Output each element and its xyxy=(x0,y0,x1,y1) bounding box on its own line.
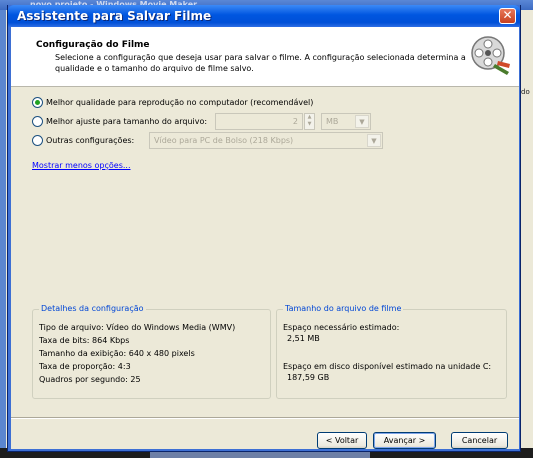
detail-file-type: Tipo de arquivo: Vídeo do Windows Media … xyxy=(39,323,236,332)
file-size-spinner[interactable]: ▲ ▼ xyxy=(304,113,315,130)
cancel-button[interactable]: Cancelar xyxy=(451,432,508,449)
estimated-space-value: 2,51 MB xyxy=(287,334,320,343)
size-unit-value: MB xyxy=(326,117,339,126)
file-size-legend: Tamanho do arquivo de filme xyxy=(283,304,404,313)
dialog-title: Assistente para Salvar Filme xyxy=(17,9,212,23)
detail-bit-rate: Taxa de bits: 864 Kbps xyxy=(39,336,130,345)
available-space-value: 187,59 GB xyxy=(287,373,330,382)
footer-separator xyxy=(11,417,519,419)
file-size-group: Tamanho do arquivo de filme Espaço neces… xyxy=(276,304,507,399)
background-left-panel xyxy=(0,10,6,458)
dialog-content: Configuração do Filme Selecione a config… xyxy=(11,27,519,449)
option-other-settings[interactable]: Outras configurações: xyxy=(32,133,134,147)
radio-best-quality[interactable] xyxy=(32,96,43,108)
wizard-header: Configuração do Filme Selecione a config… xyxy=(11,27,519,87)
estimated-space-label: Espaço necessário estimado: xyxy=(283,323,400,332)
page-title: Configuração do Filme xyxy=(36,40,150,50)
file-size-input[interactable]: 2 xyxy=(215,113,303,130)
settings-select[interactable]: Vídeo para PC de Bolso (218 Kbps) ▼ xyxy=(149,132,383,149)
spin-down-icon: ▼ xyxy=(307,121,312,127)
show-fewer-options-link[interactable]: Mostrar menos opções... xyxy=(32,161,131,170)
close-button[interactable]: ✕ xyxy=(499,8,516,24)
option-best-quality-label: Melhor qualidade para reprodução no comp… xyxy=(46,97,314,107)
radio-other-settings[interactable] xyxy=(32,134,43,146)
dialog-title-bar[interactable]: Assistente para Salvar Filme ✕ xyxy=(8,5,520,27)
film-reel-icon xyxy=(471,36,510,75)
radio-best-fit[interactable] xyxy=(32,115,43,127)
chevron-down-icon: ▼ xyxy=(355,115,369,128)
chevron-down-icon: ▼ xyxy=(367,134,381,147)
option-best-fit[interactable]: Melhor ajuste para tamanho do arquivo: xyxy=(32,114,207,128)
option-best-fit-label: Melhor ajuste para tamanho do arquivo: xyxy=(46,116,208,126)
page-description: Selecione a configuração que deseja usar… xyxy=(55,53,466,73)
detail-aspect-ratio: Taxa de proporção: 4:3 xyxy=(39,362,131,371)
detail-display-size: Tamanho da exibição: 640 x 480 pixels xyxy=(39,349,195,358)
spin-up-icon: ▲ xyxy=(307,114,312,120)
configuration-details-group: Detalhes da configuração Tipo de arquivo… xyxy=(32,304,271,399)
option-other-settings-label: Outras configurações: xyxy=(46,135,135,145)
configuration-details-legend: Detalhes da configuração xyxy=(39,304,146,313)
size-unit-select[interactable]: MB ▼ xyxy=(321,113,371,130)
background-text-fragment: do xyxy=(521,88,530,96)
available-space-label: Espaço em disco disponível estimado na u… xyxy=(283,362,492,371)
save-movie-wizard-dialog: Assistente para Salvar Filme ✕ Configura… xyxy=(7,5,521,452)
next-button[interactable]: Avançar > xyxy=(373,432,436,449)
close-icon: ✕ xyxy=(502,8,513,22)
settings-select-value: Vídeo para PC de Bolso (218 Kbps) xyxy=(154,136,294,145)
back-button[interactable]: < Voltar xyxy=(317,432,367,449)
option-best-quality[interactable]: Melhor qualidade para reprodução no comp… xyxy=(32,95,313,109)
detail-frames-per-second: Quadros por segundo: 25 xyxy=(39,375,141,384)
background-right-panel xyxy=(520,10,533,458)
